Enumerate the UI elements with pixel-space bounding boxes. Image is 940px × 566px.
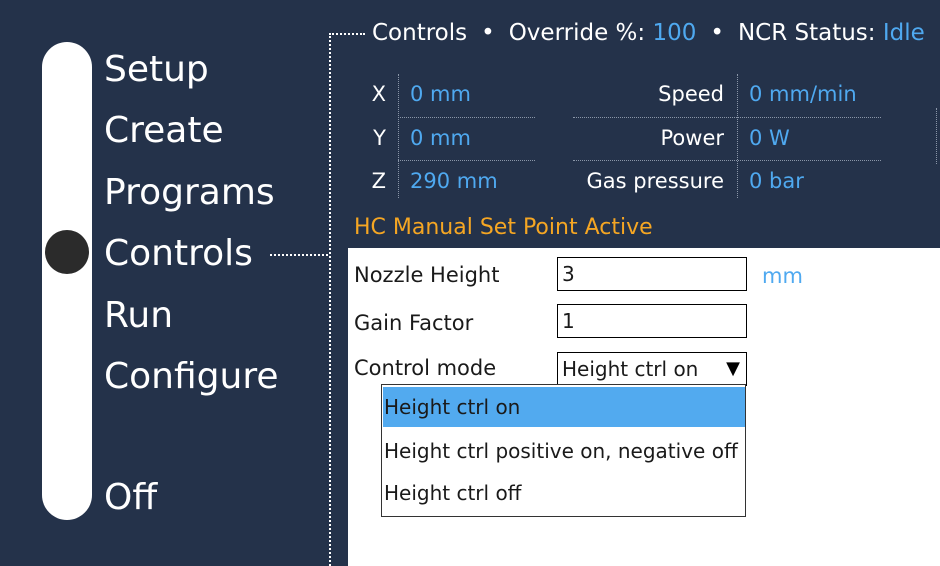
status-bar: Controls • Override %: 100 • NCR Status: Idl… — [372, 18, 925, 48]
control-mode-selected-value: Height ctrl on — [562, 357, 699, 381]
control-mode-select[interactable]: Height ctrl on ▼ — [557, 352, 747, 386]
nav-item-setup[interactable]: Setup — [104, 50, 209, 90]
dropdown-arrow-icon: ▼ — [726, 358, 740, 379]
readout-speed-label: Speed — [658, 82, 724, 106]
nav-item-off[interactable]: Off — [104, 478, 157, 518]
hc-form-panel: Nozzle Height mm Gain Factor Control mod… — [348, 248, 940, 566]
readout-grid-divider — [398, 117, 535, 118]
nav-item-controls[interactable]: Controls — [104, 234, 253, 274]
nav-slider-track[interactable] — [42, 42, 92, 520]
override-label: Override %: — [508, 20, 646, 46]
readout-y-label: Y — [373, 126, 386, 150]
control-mode-dropdown: Height ctrl on Height ctrl positive on, … — [381, 384, 746, 517]
readout-gas-value: 0 bar — [749, 169, 804, 193]
ncr-status-label: NCR Status: — [737, 20, 876, 46]
nav-item-programs[interactable]: Programs — [104, 173, 275, 213]
panel-border-vertical — [329, 33, 331, 566]
readout-grid-divider — [936, 108, 937, 164]
nav-item-create[interactable]: Create — [104, 111, 224, 151]
status-separator: • — [481, 20, 495, 46]
nav-item-run[interactable]: Run — [104, 296, 173, 336]
panel-border-horizontal — [329, 33, 365, 35]
status-section-title: Controls — [372, 20, 468, 46]
gain-factor-input[interactable] — [557, 304, 747, 338]
nav-item-configure[interactable]: Configure — [104, 357, 278, 397]
nozzle-height-input[interactable] — [557, 257, 747, 291]
readout-grid-divider — [398, 74, 399, 198]
readout-x-label: X — [371, 82, 386, 106]
gain-factor-label: Gain Factor — [354, 311, 474, 335]
control-mode-option-positive-on[interactable]: Height ctrl positive on, negative off — [383, 431, 745, 471]
readout-y-value: 0 mm — [410, 126, 471, 150]
control-mode-option-height-on[interactable]: Height ctrl on — [383, 387, 745, 427]
nav-slider-knob[interactable] — [45, 230, 89, 274]
readout-grid-divider — [398, 160, 535, 161]
readout-power-label: Power — [660, 126, 725, 150]
readout-grid-divider — [737, 74, 738, 198]
status-separator: • — [710, 20, 724, 46]
control-mode-label: Control mode — [354, 356, 497, 380]
readout-grid-divider — [573, 117, 881, 118]
readout-grid-divider — [573, 160, 881, 161]
override-value: 100 — [652, 20, 697, 46]
nozzle-height-unit: mm — [762, 264, 803, 288]
readout-power-value: 0 W — [749, 126, 790, 150]
readout-z-label: Z — [371, 169, 386, 193]
readout-z-value: 290 mm — [410, 169, 498, 193]
ncr-status-value: Idle — [882, 20, 925, 46]
control-mode-option-height-off[interactable]: Height ctrl off — [383, 473, 745, 513]
hc-status-title: HC Manual Set Point Active — [354, 215, 653, 240]
readout-gas-label: Gas pressure — [586, 169, 724, 193]
nozzle-height-label: Nozzle Height — [354, 263, 500, 287]
readout-speed-value: 0 mm/min — [749, 82, 857, 106]
readout-x-value: 0 mm — [410, 82, 471, 106]
nav-connector-line — [270, 254, 328, 256]
